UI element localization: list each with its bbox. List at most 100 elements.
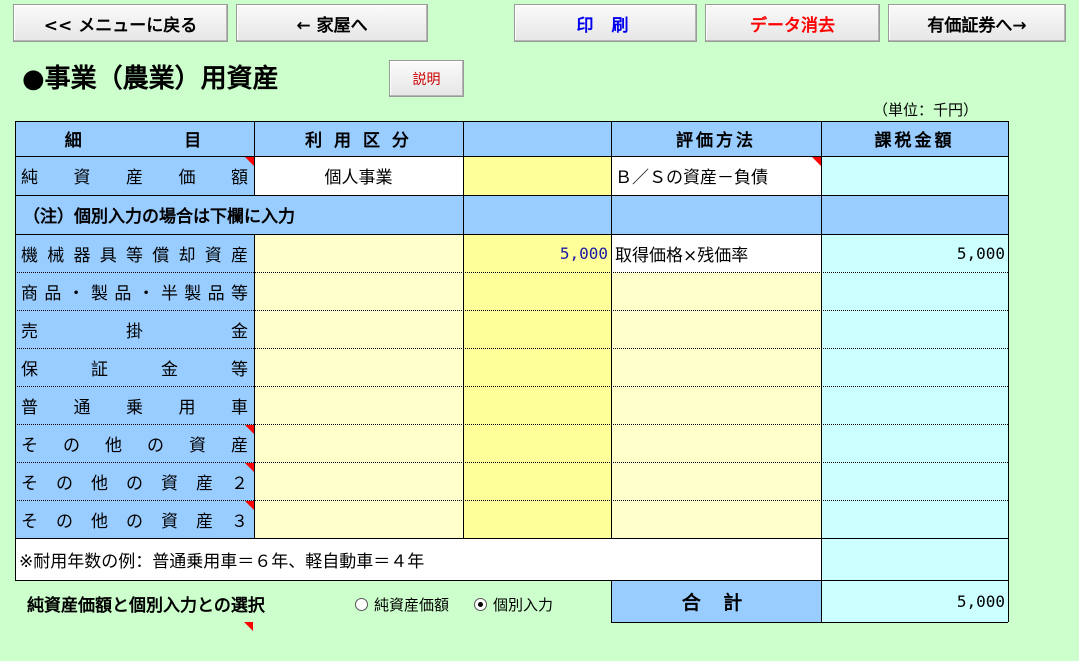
asset-row-tax — [821, 462, 1008, 500]
footnote: ※耐用年数の例：普通乗用車＝６年、軽自動車＝４年 — [15, 538, 821, 580]
asset-row-tax — [821, 386, 1008, 424]
grid-line — [15, 386, 1008, 387]
asset-row-label: 機械器具等償却資産 — [15, 234, 254, 272]
comment-marker — [812, 157, 821, 166]
label-char: 掛 — [126, 321, 143, 342]
asset-row-usage-input[interactable] — [254, 424, 463, 462]
asset-row-value-input[interactable] — [463, 386, 611, 424]
label-char: 等 — [230, 283, 248, 304]
to-securities-button[interactable]: 有価証券へ→ — [888, 4, 1066, 42]
asset-row-usage-input[interactable] — [254, 272, 463, 310]
label-char: 金 — [161, 359, 178, 380]
asset-row-value-input[interactable] — [463, 500, 611, 538]
asset-row-value-input[interactable]: 5,000 — [463, 234, 611, 272]
radio-net-asset[interactable]: 純資産価額 — [355, 594, 449, 615]
asset-row-tax — [821, 348, 1008, 386]
label-char: 品 — [114, 283, 132, 304]
label-char: 他 — [105, 435, 122, 456]
asset-row-usage-input[interactable] — [254, 348, 463, 386]
asset-row-tax: 5,000 — [821, 234, 1008, 272]
radio-individual-label: 個別入力 — [493, 596, 554, 614]
grid-line — [15, 500, 1008, 501]
label-char: 証 — [91, 359, 108, 380]
asset-row-method: 取得価格×残価率 — [611, 234, 821, 272]
label-char: 保 — [21, 359, 38, 380]
label-char: 車 — [231, 397, 248, 418]
label-char: 機 — [21, 245, 38, 266]
asset-row-value-input[interactable] — [463, 462, 611, 500]
label-char: 他 — [91, 473, 108, 494]
label-char: 品 — [44, 283, 62, 304]
asset-row-label: その他の資産２ — [15, 462, 254, 500]
comment-marker — [245, 157, 254, 166]
net-asset-tax — [821, 156, 1008, 195]
asset-row-usage-input[interactable] — [254, 500, 463, 538]
radio-net-asset-indicator[interactable] — [355, 598, 368, 611]
label-char: 商 — [21, 283, 38, 304]
label-char: 器 — [73, 245, 91, 266]
label-char: の — [63, 435, 80, 456]
label-char: 価 — [178, 168, 196, 188]
asset-row-usage-input[interactable] — [254, 234, 463, 272]
label-char: 資 — [161, 473, 178, 494]
label-char: 額 — [231, 168, 248, 188]
asset-row-method[interactable] — [611, 424, 821, 462]
comment-marker — [245, 501, 254, 510]
grid-line — [15, 121, 16, 580]
asset-row-method[interactable] — [611, 272, 821, 310]
note-row-tax — [821, 195, 1008, 234]
label-char: 具 — [99, 245, 117, 266]
grid-line — [611, 121, 612, 538]
asset-row-tax — [821, 424, 1008, 462]
asset-row-usage-input[interactable] — [254, 386, 463, 424]
asset-row-tax — [821, 500, 1008, 538]
asset-row-value-input[interactable] — [463, 348, 611, 386]
comment-marker — [245, 425, 254, 434]
asset-row-usage-input[interactable] — [254, 462, 463, 500]
radio-individual-indicator[interactable] — [474, 598, 487, 611]
net-asset-value-input[interactable] — [463, 156, 611, 195]
grid-line — [1008, 121, 1009, 622]
note-row: （注）個別入力の場合は下欄に入力 — [15, 195, 463, 234]
label-char: 産 — [231, 435, 248, 456]
asset-row-usage-input[interactable] — [254, 310, 463, 348]
asset-row-method[interactable] — [611, 462, 821, 500]
asset-row-method[interactable] — [611, 500, 821, 538]
asset-row-label: その他の資産 — [15, 424, 254, 462]
label-char: 等 — [231, 359, 248, 380]
page-title: ●事業（農業）用資産 — [22, 64, 279, 94]
label-char: の — [56, 473, 73, 494]
asset-row-method[interactable] — [611, 310, 821, 348]
grid-line — [463, 121, 464, 538]
label-char: の — [126, 511, 143, 532]
asset-row-method[interactable] — [611, 386, 821, 424]
label-char: 資 — [189, 435, 206, 456]
note-row-method — [611, 195, 821, 234]
grid-line — [15, 580, 1008, 581]
asset-row-value-input[interactable] — [463, 310, 611, 348]
asset-row-value-input[interactable] — [463, 272, 611, 310]
grid-line — [611, 622, 1008, 623]
radio-individual[interactable]: 個別入力 — [474, 594, 553, 615]
label-char: 産 — [196, 473, 213, 494]
comment-marker — [244, 622, 253, 631]
clear-data-button[interactable]: データ消去 — [705, 4, 880, 42]
label-char: 半 — [160, 283, 178, 304]
print-button[interactable]: 印 刷 — [514, 4, 697, 42]
to-house-button[interactable]: ← 家屋へ — [236, 4, 428, 42]
header-item: 細目 — [15, 121, 254, 156]
asset-row-value-input[interactable] — [463, 424, 611, 462]
grid-line — [15, 156, 1008, 157]
label-char: 純 — [21, 168, 38, 188]
grid-line — [15, 272, 1008, 273]
asset-row-method[interactable] — [611, 348, 821, 386]
total-label: 合 計 — [611, 580, 821, 622]
help-button[interactable]: 説明 — [389, 60, 464, 97]
label-char: 資 — [204, 245, 222, 266]
asset-row-label: 保証金等 — [15, 348, 254, 386]
label-char: 他 — [91, 511, 108, 532]
net-asset-usage[interactable]: 個人事業 — [254, 156, 463, 195]
label-char: 資 — [161, 511, 178, 532]
back-to-menu-button[interactable]: << メニューに戻る — [13, 4, 228, 42]
label-char: 金 — [231, 321, 248, 342]
